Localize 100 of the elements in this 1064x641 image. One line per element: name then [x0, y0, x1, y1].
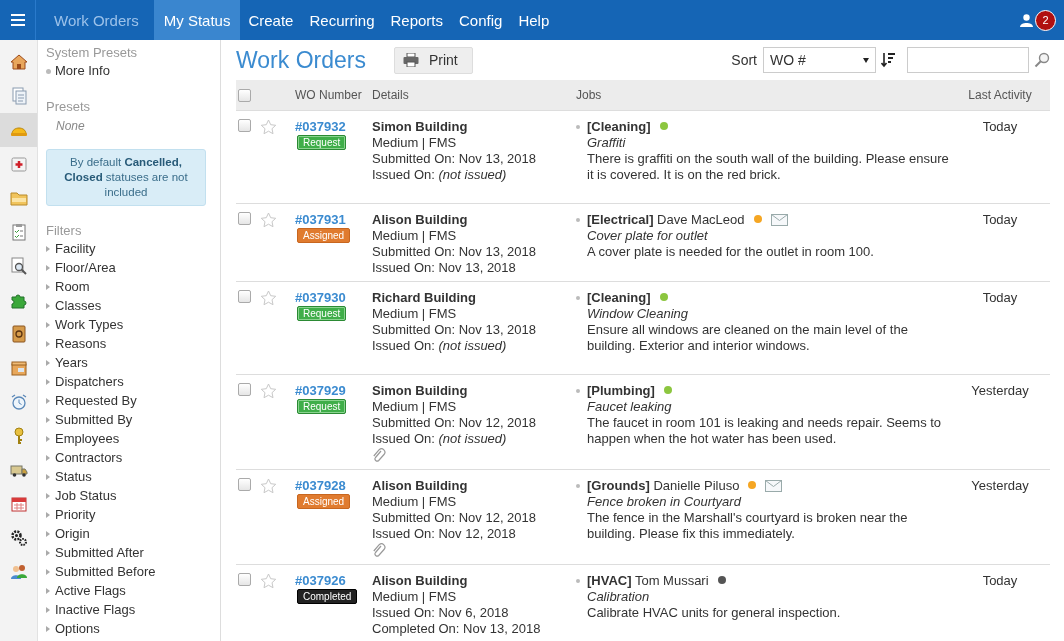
building-name: Simon Building: [372, 119, 468, 135]
star-icon[interactable]: [260, 212, 277, 228]
job-heading: [Cleaning]: [587, 119, 651, 135]
date-text: Issued On: (not issued): [372, 167, 507, 183]
job-title: Fence broken in Courtyard: [586, 494, 741, 510]
job-title: Cover plate for outlet: [586, 228, 708, 244]
filter-expander[interactable]: Priority: [46, 505, 96, 524]
status-badge: Request: [297, 306, 347, 321]
house-icon: [9, 53, 28, 71]
filter-expander[interactable]: Room: [46, 277, 90, 296]
search-field[interactable]: [907, 47, 1029, 73]
filter-expander[interactable]: Employees: [46, 429, 120, 448]
work-order-link[interactable]: #037932: [295, 119, 346, 135]
filter-expander[interactable]: Inactive Flags: [46, 600, 136, 619]
menu-icon: [10, 14, 25, 26]
priority-text: Medium | FMS: [372, 306, 457, 322]
nav-menu-item[interactable]: My Status: [153, 0, 241, 40]
date-text: Submitted On: Nov 13, 2018: [372, 322, 537, 338]
select-all-checkbox[interactable]: [238, 88, 251, 102]
filter-expander[interactable]: Options: [46, 619, 100, 638]
envelope-icon[interactable]: [765, 480, 783, 492]
job-heading: [Cleaning]: [587, 290, 651, 306]
filter-expander[interactable]: Requested By: [46, 391, 137, 410]
paperclip-icon[interactable]: [372, 543, 386, 559]
row-checkbox[interactable]: [238, 212, 251, 225]
nav-menu-item[interactable]: Reports: [382, 0, 451, 40]
work-order-link[interactable]: #037931: [295, 212, 346, 228]
filter-expander[interactable]: Submitted By: [46, 410, 133, 429]
job-title: Calibration: [586, 589, 650, 605]
column-header[interactable]: Jobs: [576, 88, 950, 102]
filter-expander[interactable]: Submitted After: [46, 543, 144, 562]
last-activity-text: Today: [981, 573, 1019, 589]
alarm-clock-icon: [9, 393, 28, 411]
paperclip-icon[interactable]: [372, 448, 386, 464]
magnifier-document-icon: [9, 257, 28, 275]
column-header[interactable]: WO Number: [290, 88, 372, 102]
column-header[interactable]: Details: [372, 88, 576, 102]
row-checkbox[interactable]: [238, 290, 251, 303]
job-title: Window Cleaning: [586, 306, 689, 322]
job-description: A cover plate is needed for the outlet in room 100.: [586, 244, 874, 260]
filter-expander[interactable]: Work Types: [46, 315, 124, 334]
preset-link[interactable]: More Info: [46, 61, 110, 81]
search-icon[interactable]: [1034, 52, 1050, 68]
row-checkbox[interactable]: [238, 119, 251, 132]
priority-text: Medium | FMS: [372, 228, 457, 244]
filter-expander[interactable]: Origin: [46, 524, 90, 543]
priority-text: Medium | FMS: [372, 135, 457, 151]
job-description: There is graffiti on the south wall of the building. Please ensure it is covered. It is on the red brick.: [586, 151, 950, 183]
star-icon[interactable]: [260, 290, 277, 306]
date-text: Submitted On: Nov 12, 2018: [372, 415, 537, 431]
column-header[interactable]: Last Activity: [950, 88, 1050, 102]
status-badge: Assigned: [297, 228, 351, 243]
filter-expander[interactable]: Submitted Before: [46, 562, 156, 581]
filter-expander[interactable]: Job Status: [46, 486, 117, 505]
envelope-icon[interactable]: [770, 214, 788, 226]
work-order-link[interactable]: #037926: [295, 573, 346, 589]
sort-descending-icon[interactable]: [881, 52, 895, 68]
empty-presets-text: None: [56, 119, 85, 133]
printer-icon: [402, 53, 419, 67]
work-order-link[interactable]: #037928: [295, 478, 346, 494]
priority-text: Medium | FMS: [372, 589, 457, 605]
row-checkbox[interactable]: [238, 573, 251, 586]
star-icon[interactable]: [260, 478, 277, 494]
filter-expander[interactable]: Reasons: [46, 334, 107, 353]
nav-menu-item[interactable]: Config: [451, 0, 511, 40]
nav-menu-item[interactable]: Help: [510, 0, 558, 40]
print-button[interactable]: Print: [393, 46, 473, 74]
last-activity-text: Yesterday: [970, 478, 1030, 494]
filter-expander[interactable]: Floor/Area: [46, 258, 116, 277]
last-activity-text: Yesterday: [970, 383, 1030, 399]
page-title: Work Orders: [236, 46, 366, 74]
filter-expander[interactable]: Years: [46, 353, 88, 372]
row-checkbox[interactable]: [238, 478, 251, 491]
filter-expander[interactable]: Facility: [46, 239, 96, 258]
row-checkbox[interactable]: [238, 383, 251, 396]
job-title: Graffiti: [586, 135, 626, 151]
job-description: Ensure all windows are cleaned on the main level of the building. Exterior and interior windows.: [586, 322, 909, 354]
status-badge: Assigned: [297, 494, 351, 509]
section-heading: Presets: [46, 98, 91, 115]
date-text: Completed On: Nov 13, 2018: [372, 621, 541, 637]
sort-dropdown[interactable]: WO #: [763, 47, 876, 73]
nav-menu-item[interactable]: Create: [240, 0, 302, 40]
filter-expander[interactable]: Contractors: [46, 448, 123, 467]
building-name: Alison Building: [372, 212, 468, 228]
nav-menu-item[interactable]: Recurring: [301, 0, 383, 40]
star-icon[interactable]: [260, 383, 277, 399]
info-notice: By default Cancelled, Closed statuses are not included: [46, 149, 206, 206]
star-icon[interactable]: [260, 119, 277, 135]
caret-icon: [863, 57, 869, 63]
star-icon[interactable]: [260, 573, 277, 589]
puzzle-piece-icon: [9, 291, 28, 309]
filter-expander[interactable]: Classes: [46, 296, 102, 315]
date-text: Issued On: Nov 12, 2018: [372, 526, 516, 542]
filter-expander[interactable]: Status: [46, 467, 92, 486]
user-notifications-button[interactable]: 2: [1020, 0, 1064, 40]
filter-expander[interactable]: Dispatchers: [46, 372, 124, 391]
job-heading: [Plumbing]: [587, 383, 655, 399]
work-order-link[interactable]: #037930: [295, 290, 346, 306]
filter-expander[interactable]: Active Flags: [46, 581, 126, 600]
work-order-link[interactable]: #037929: [295, 383, 346, 399]
